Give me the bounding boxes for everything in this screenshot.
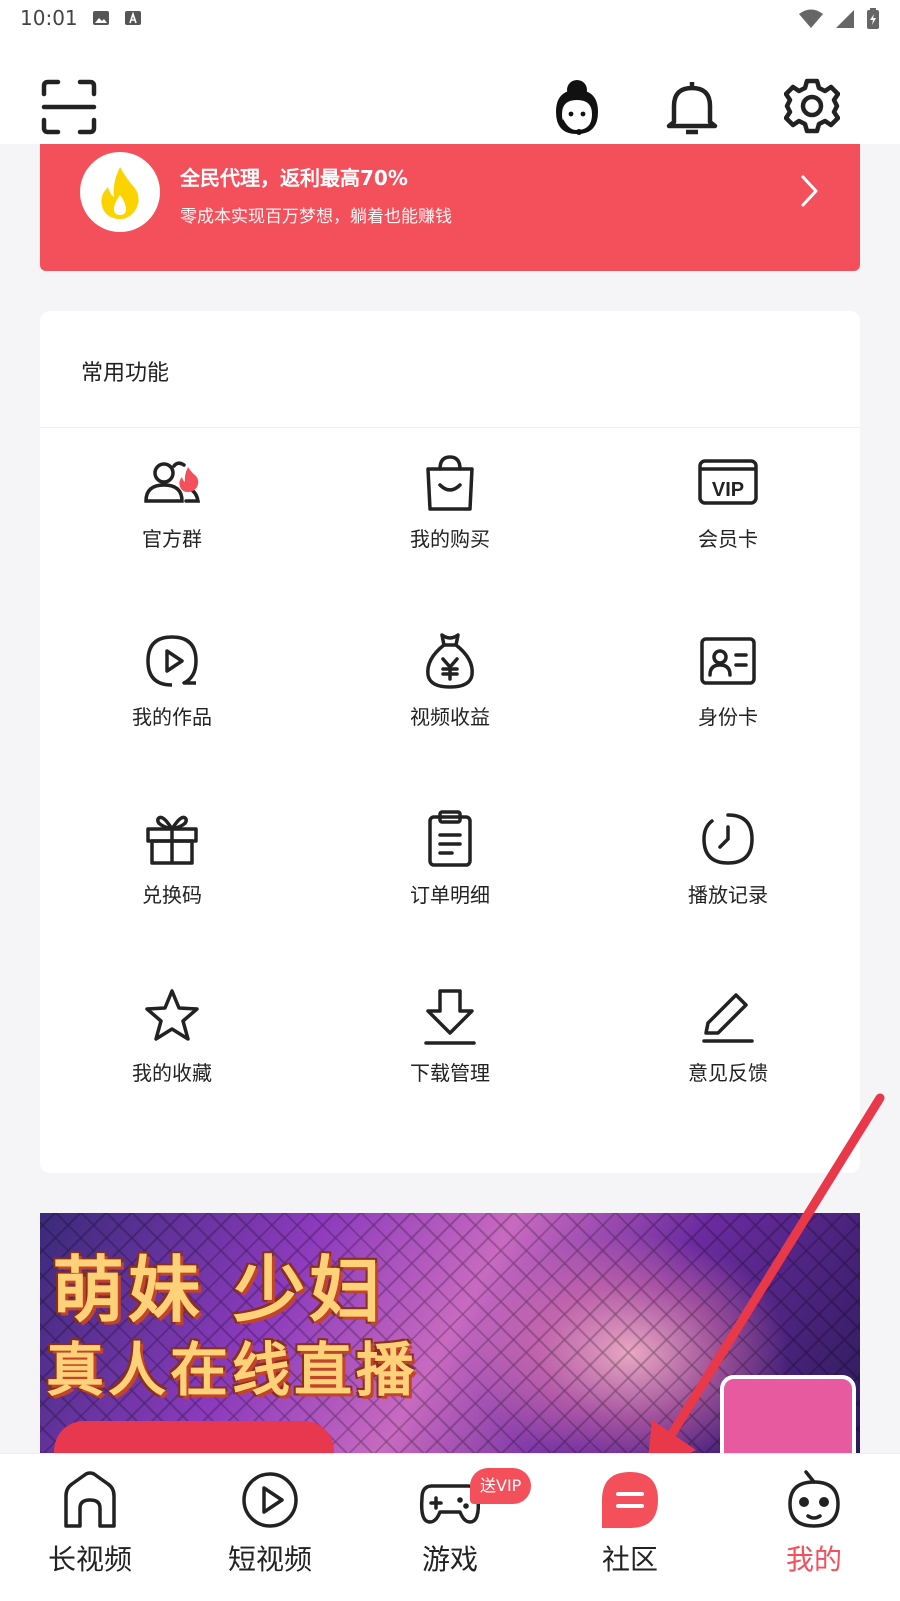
shopping-bag-icon xyxy=(426,455,474,511)
font-notification-icon xyxy=(125,11,141,25)
ad-subheadline: 真人在线直播 xyxy=(46,1336,419,1404)
function-label: 视频收益 xyxy=(410,705,490,729)
nav-label: 长视频 xyxy=(47,1543,132,1576)
nav-long-video[interactable]: 长视频 xyxy=(20,1468,160,1578)
download-icon xyxy=(424,989,476,1045)
function-label: 播放记录 xyxy=(688,883,768,907)
common-functions-card: 常用功能 官方群 我的购买 VIP 会员卡 我的作品 视频收益 身份卡 兑换码 … xyxy=(40,311,860,1173)
notification-bell-icon[interactable] xyxy=(666,78,718,138)
nav-label: 短视频 xyxy=(227,1543,312,1576)
promo-fire-badge xyxy=(80,152,160,232)
function-redeem-code[interactable]: 兑换码 xyxy=(72,807,272,947)
function-label: 我的作品 xyxy=(132,705,212,729)
money-bag-icon xyxy=(426,633,474,689)
wifi-icon xyxy=(799,9,823,28)
status-notification-icons xyxy=(92,9,142,27)
clipboard-icon xyxy=(428,810,472,867)
promo-subtitle: 零成本实现百万梦想，躺着也能赚钱 xyxy=(180,207,452,227)
status-system-icons xyxy=(798,8,880,30)
function-download-manager[interactable]: 下载管理 xyxy=(350,985,550,1125)
function-member-card[interactable]: VIP 会员卡 xyxy=(628,451,828,591)
agent-promo-banner[interactable]: 全民代理，返利最高70% 零成本实现百万梦想，躺着也能赚钱 xyxy=(40,144,860,271)
ad-cta-pill xyxy=(54,1421,334,1453)
function-label: 官方群 xyxy=(142,527,202,551)
section-title: 常用功能 xyxy=(81,361,170,386)
id-card-icon xyxy=(700,637,756,685)
function-video-earnings[interactable]: 视频收益 xyxy=(350,629,550,769)
header xyxy=(0,36,900,144)
signal-icon xyxy=(836,10,854,28)
live-stream-ad-banner[interactable]: 萌妹 少妇 真人在线直播 xyxy=(40,1213,860,1453)
promo-title: 全民代理，返利最高70% xyxy=(180,166,408,190)
bottom-navigation: 长视频 短视频 游戏 送VIP 社区 我的 xyxy=(0,1453,900,1601)
function-feedback[interactable]: 意见反馈 xyxy=(628,985,828,1125)
nav-short-video[interactable]: 短视频 xyxy=(200,1468,340,1578)
gift-icon xyxy=(146,815,198,865)
community-icon xyxy=(602,1472,658,1528)
image-notification-icon xyxy=(93,11,109,25)
function-order-details[interactable]: 订单明细 xyxy=(350,807,550,947)
function-label: 我的购买 xyxy=(410,527,490,551)
ad-headline: 萌妹 少妇 xyxy=(52,1248,386,1332)
clock-icon xyxy=(702,813,754,865)
nav-label: 社区 xyxy=(601,1543,658,1576)
vip-gift-badge: 送VIP xyxy=(470,1468,532,1504)
edit-icon xyxy=(702,993,754,1043)
function-my-purchases[interactable]: 我的购买 xyxy=(350,451,550,591)
play-icon xyxy=(242,1472,298,1528)
function-my-works[interactable]: 我的作品 xyxy=(72,629,272,769)
function-label: 意见反馈 xyxy=(688,1061,768,1085)
nav-profile[interactable]: 我的 xyxy=(744,1468,884,1578)
function-label: 订单明细 xyxy=(410,883,490,907)
function-official-group[interactable]: 官方群 xyxy=(72,451,272,591)
function-label: 会员卡 xyxy=(698,527,758,551)
star-icon xyxy=(145,989,199,1041)
status-time: 10:01 xyxy=(20,6,78,30)
vip-card-icon: VIP xyxy=(698,459,758,505)
function-label: 兑换码 xyxy=(142,883,202,907)
divider xyxy=(40,427,860,428)
nav-label: 我的 xyxy=(785,1543,842,1576)
group-fire-icon xyxy=(144,461,201,503)
fire-icon xyxy=(101,167,139,219)
settings-gear-icon[interactable] xyxy=(784,78,840,134)
function-label: 我的收藏 xyxy=(132,1061,212,1085)
play-circle-icon xyxy=(146,635,198,687)
svg-text:VIP: VIP xyxy=(712,479,744,501)
nav-label: 游戏 xyxy=(421,1543,478,1576)
nav-community[interactable]: 社区 xyxy=(560,1468,700,1578)
customer-service-icon[interactable] xyxy=(548,76,606,138)
home-icon xyxy=(64,1471,116,1528)
function-label: 身份卡 xyxy=(698,705,758,729)
function-id-card[interactable]: 身份卡 xyxy=(628,629,828,769)
profile-icon xyxy=(788,1470,840,1528)
battery-icon xyxy=(867,8,879,29)
scan-icon[interactable] xyxy=(40,78,98,136)
ad-app-logo xyxy=(720,1375,856,1453)
function-my-favorites[interactable]: 我的收藏 xyxy=(72,985,272,1125)
chevron-right-icon[interactable] xyxy=(800,174,820,208)
status-bar: 10:01 xyxy=(0,0,900,36)
function-label: 下载管理 xyxy=(410,1061,490,1085)
function-play-history[interactable]: 播放记录 xyxy=(628,807,828,947)
